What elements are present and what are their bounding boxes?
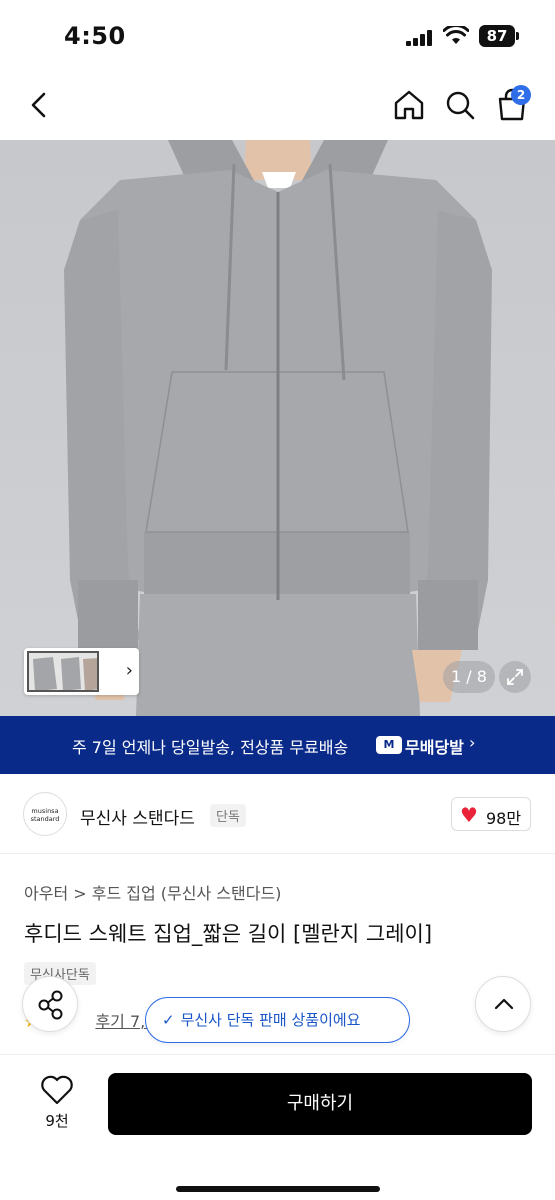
expand-button[interactable]	[499, 661, 531, 693]
brand-like-count: 98만	[486, 809, 522, 828]
cart-count-badge: 2	[511, 85, 531, 105]
expand-icon	[507, 669, 523, 685]
exclusive-toast: ✓ 무신사 단독 판매 상품이에요	[145, 997, 410, 1043]
battery-icon: 87	[479, 25, 515, 47]
home-icon[interactable]	[391, 87, 427, 123]
shipping-banner[interactable]: 주 7일 언제나 당일발송, 전상품 무료배송 M 무배당발 ›	[0, 716, 555, 774]
thumbnail-strip[interactable]: ›	[24, 648, 139, 695]
check-icon: ✓	[162, 1011, 175, 1029]
battery-tip	[516, 32, 519, 40]
home-indicator	[176, 1186, 380, 1192]
signal-icon	[406, 30, 434, 46]
brand-row[interactable]: musinsa standard 무신사 스탠다드 단독 ♥ 98만	[0, 774, 555, 854]
brand-logo[interactable]: musinsa standard	[23, 792, 67, 836]
back-arrow-icon[interactable]	[22, 87, 58, 123]
wish-count: 9천	[45, 1112, 69, 1130]
chevron-right-icon: ›	[469, 733, 476, 752]
brand-logo-line1: musinsa	[31, 807, 59, 815]
brand-logo-line2: standard	[30, 815, 60, 823]
buy-button[interactable]: 구매하기	[108, 1073, 532, 1135]
brand-exclusive-tag: 단독	[210, 804, 246, 827]
hoodie-photo	[0, 140, 555, 716]
toast-text: 무신사 단독 판매 상품이에요	[180, 1011, 361, 1029]
status-time: 4:50	[64, 22, 126, 50]
status-bar: 4:50 87	[0, 0, 555, 70]
image-counter: 1 / 8	[443, 661, 495, 693]
scroll-top-button[interactable]	[475, 976, 531, 1032]
product-image[interactable]: › 1 / 8	[0, 140, 555, 716]
wifi-icon	[443, 26, 469, 44]
chevron-up-icon	[494, 998, 514, 1010]
bottom-bar: 9천 구매하기	[0, 1054, 555, 1200]
top-nav	[0, 70, 555, 140]
thumbnail-image[interactable]	[27, 651, 99, 692]
heart-icon: ♥	[460, 803, 478, 827]
share-icon	[38, 990, 63, 1020]
brand-like-button[interactable]: ♥ 98만	[451, 797, 531, 831]
breadcrumb[interactable]: 아우터 > 후드 집업 (무신사 스탠다드)	[24, 880, 281, 904]
shipping-brand: 무배당발	[405, 738, 464, 757]
product-title: 후디드 스웨트 집업_짧은 길이 [멜란지 그레이]	[24, 922, 433, 946]
heart-outline-icon[interactable]	[40, 1075, 74, 1105]
share-button[interactable]	[22, 976, 78, 1032]
brand-name[interactable]: 무신사 스탠다드	[80, 804, 195, 829]
chevron-right-icon[interactable]: ›	[126, 660, 133, 681]
shipping-text: 주 7일 언제나 당일발송, 전상품 무료배송	[72, 738, 349, 757]
search-icon[interactable]	[442, 87, 478, 123]
delivery-logo-icon: M	[376, 736, 402, 754]
